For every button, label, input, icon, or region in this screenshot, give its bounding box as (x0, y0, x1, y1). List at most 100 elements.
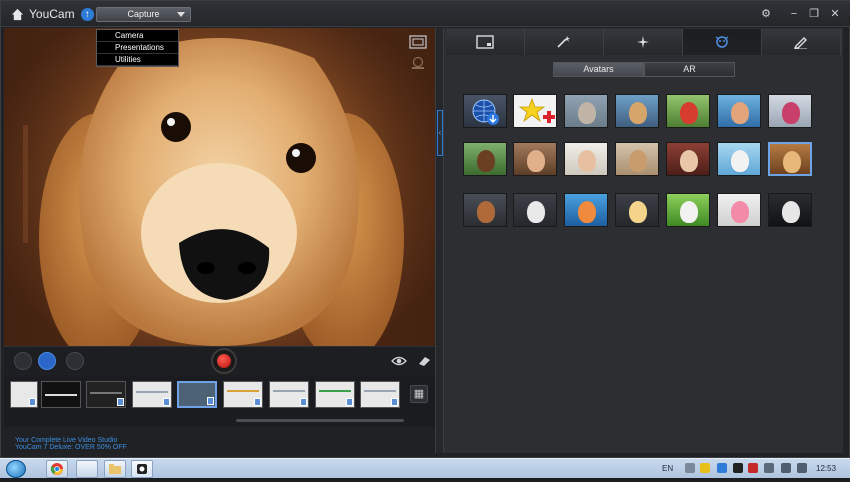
avatar-face (731, 150, 749, 172)
menu-item-presentations[interactable]: Presentations (97, 42, 178, 54)
media-thumbnail[interactable] (269, 381, 309, 408)
avatar-subtabs: Avatars AR (553, 62, 735, 77)
thumbnail-content (227, 390, 259, 392)
mode-select[interactable]: Capture (96, 7, 191, 22)
tray-icon[interactable] (685, 463, 695, 473)
tab-drawing[interactable] (762, 29, 841, 55)
bluetooth-icon[interactable] (717, 463, 727, 473)
youcam-tray-icon[interactable] (733, 463, 743, 473)
left-panel: Camera Presentations Utilities ▦ Your Co… (4, 28, 435, 453)
avatar-item[interactable] (564, 94, 608, 128)
media-thumbnail-selected[interactable] (177, 381, 217, 408)
language-indicator[interactable]: EN (662, 464, 673, 473)
youcam-window: YouCam ↑ Capture ⚙ − ❐ ✕ Camera Presenta… (0, 0, 850, 458)
thumbnail-content (364, 390, 396, 392)
tab-magic[interactable] (525, 29, 604, 55)
tray-icon[interactable] (748, 463, 758, 473)
menu-item-utilities[interactable]: Utilities (97, 54, 178, 66)
avatar-item[interactable] (564, 193, 608, 227)
eye-icon[interactable] (391, 355, 407, 367)
media-thumbnail[interactable] (315, 381, 355, 408)
menu-item-camera[interactable]: Camera (97, 30, 178, 42)
minimize-icon[interactable]: − (788, 8, 800, 20)
media-thumbnail[interactable] (86, 381, 126, 408)
add-photo-icon[interactable] (66, 352, 84, 370)
star-add-icon (518, 97, 555, 123)
tab-frames[interactable] (446, 29, 525, 55)
avatar-item[interactable] (463, 193, 507, 227)
media-thumbnail[interactable] (223, 381, 263, 408)
avatar-item[interactable] (615, 142, 659, 176)
avatar-face (527, 201, 545, 223)
zoom-slider[interactable] (23, 125, 28, 243)
volume-icon[interactable] (797, 463, 807, 473)
avatar-item[interactable] (717, 142, 761, 176)
upgrade-icon[interactable]: ↑ (80, 7, 94, 21)
media-thumbnail[interactable] (360, 381, 400, 408)
gear-icon[interactable]: ⚙ (760, 8, 772, 20)
maximize-icon[interactable]: ❐ (808, 8, 820, 20)
avatar-item[interactable] (615, 94, 659, 128)
record-button[interactable] (211, 348, 237, 374)
clock[interactable]: 12:53 (816, 464, 836, 473)
subtab-ar[interactable]: AR (644, 62, 735, 77)
avatar-item[interactable] (717, 94, 761, 128)
avatar-item[interactable] (666, 142, 710, 176)
avatar-face (578, 150, 596, 172)
subtab-avatars[interactable]: Avatars (553, 62, 644, 77)
home-icon[interactable] (11, 8, 24, 21)
eraser-icon[interactable] (417, 355, 431, 367)
folder-icon (109, 464, 121, 474)
promo-line-2: YouCam 7 Deluxe: OVER 50% OFF (15, 444, 127, 451)
webcam-settings-icon[interactable] (409, 56, 427, 70)
chrome-taskbar-icon[interactable] (46, 460, 68, 478)
title-bar: YouCam ↑ Capture ⚙ − ❐ ✕ (1, 1, 850, 27)
youcam-taskbar-icon[interactable] (131, 460, 153, 478)
panel-divider: ‹ (435, 28, 444, 453)
avatar-item[interactable] (513, 193, 557, 227)
avatar-item[interactable] (564, 142, 608, 176)
promo-banner[interactable]: Your Complete Live Video Studio YouCam 7… (4, 431, 435, 453)
avatar-item[interactable] (666, 193, 710, 227)
tray-icon[interactable] (764, 463, 774, 473)
collapse-panel-icon[interactable]: ‹ (437, 110, 443, 156)
avatar-face (477, 201, 495, 223)
thumbnail-content (273, 390, 305, 392)
thumbnail-content (45, 394, 77, 396)
avatar-face (578, 201, 596, 223)
avatar-item[interactable] (513, 142, 557, 176)
download-avatars-button[interactable] (463, 94, 507, 128)
pencil-icon (793, 37, 807, 49)
filmstrip-scrollbar[interactable] (236, 419, 404, 422)
chrome-icon (50, 463, 63, 475)
fullscreen-icon[interactable] (409, 35, 427, 49)
avatar-item-selected[interactable] (768, 142, 812, 176)
grid-view-icon[interactable]: ▦ (410, 385, 428, 403)
video-camera-icon[interactable] (38, 352, 56, 370)
tab-avatars[interactable] (683, 29, 762, 55)
tray-icon[interactable] (700, 463, 710, 473)
video-badge-icon (346, 398, 353, 406)
start-button[interactable] (6, 460, 26, 478)
explorer-taskbar-icon[interactable] (104, 460, 126, 478)
app-name: YouCam (29, 7, 75, 21)
avatar-item[interactable] (768, 193, 812, 227)
avatar-item[interactable] (768, 94, 812, 128)
avatar-item[interactable] (717, 193, 761, 227)
media-thumbnail[interactable] (10, 381, 38, 408)
add-custom-avatar-button[interactable] (513, 94, 557, 128)
tab-particles[interactable] (604, 29, 683, 55)
avatar-face (629, 150, 647, 172)
avatar-item[interactable] (463, 142, 507, 176)
media-thumbnail[interactable] (41, 381, 81, 408)
media-thumbnail[interactable] (132, 381, 172, 408)
camera-icon[interactable] (14, 352, 32, 370)
magic-wand-icon (557, 36, 570, 48)
close-icon[interactable]: ✕ (829, 8, 841, 20)
network-icon[interactable] (781, 463, 791, 473)
mode-dropdown-menu: Camera Presentations Utilities (96, 29, 179, 67)
avatar-item[interactable] (615, 193, 659, 227)
camera-preview[interactable]: Camera Presentations Utilities (4, 28, 435, 346)
taskbar-app-2[interactable] (76, 460, 98, 478)
avatar-item[interactable] (666, 94, 710, 128)
